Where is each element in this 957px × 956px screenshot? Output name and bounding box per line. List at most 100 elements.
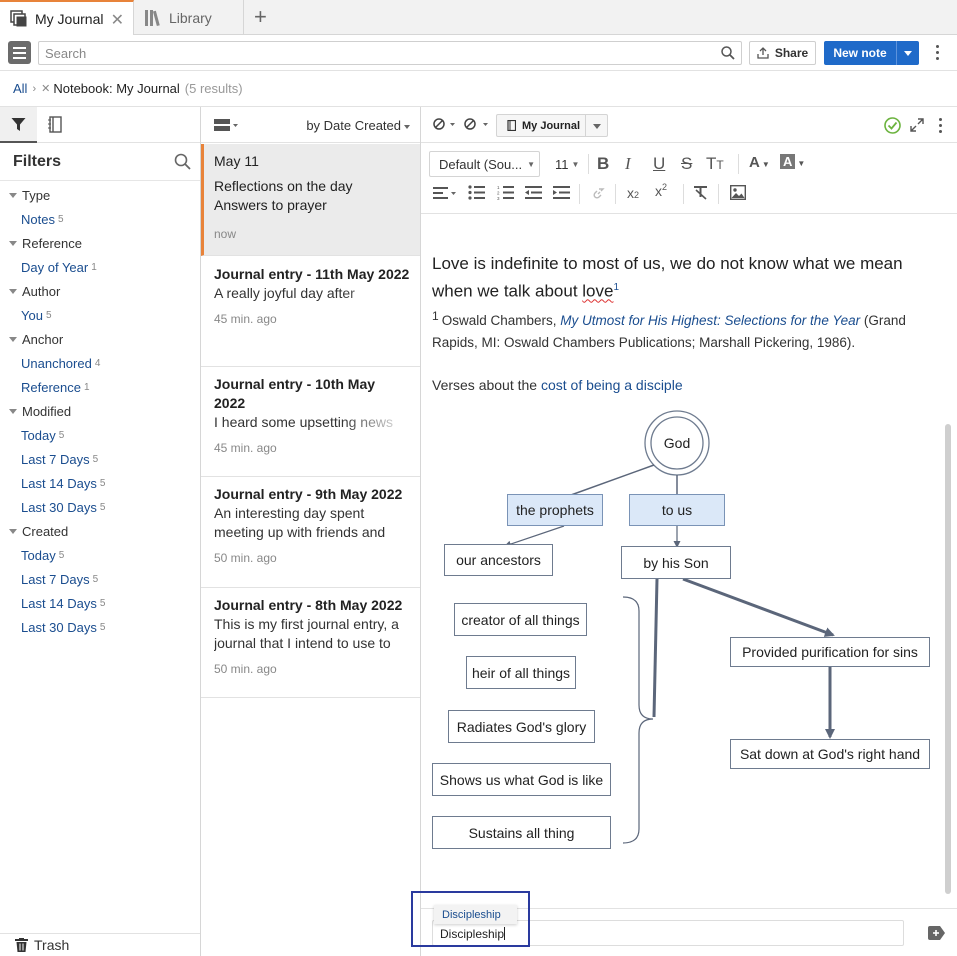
subscript-button[interactable]: x2: [627, 185, 639, 201]
notes-stack-icon: [10, 10, 28, 28]
reference-button[interactable]: [464, 117, 490, 134]
funnel-icon: [11, 118, 26, 131]
filter-group-author[interactable]: Author: [0, 279, 200, 303]
svg-text:1: 1: [497, 185, 500, 190]
add-tag-icon[interactable]: [927, 926, 945, 940]
caret-down-icon: [9, 288, 17, 294]
notebook-icon: [507, 120, 516, 131]
filter-item-created-30-days[interactable]: Last 30 Days 5: [0, 615, 200, 639]
notebook-selector[interactable]: My Journal: [496, 114, 608, 137]
expand-icon[interactable]: [910, 118, 924, 132]
share-button[interactable]: Share: [749, 41, 816, 65]
superscript-button[interactable]: x2: [655, 182, 667, 199]
trash-icon: [15, 938, 28, 952]
tab-library[interactable]: Library: [134, 0, 244, 35]
anchor-button[interactable]: [433, 117, 455, 134]
sort-dropdown[interactable]: by Date Created: [306, 118, 410, 133]
focus-highlight-box: [411, 891, 530, 947]
tab-my-journal[interactable]: My Journal ✕: [0, 0, 134, 36]
filter-tab[interactable]: [0, 107, 37, 143]
font-family-select[interactable]: Default (Sou... ▼: [429, 151, 540, 177]
share-label: Share: [774, 46, 809, 60]
view-mode-button[interactable]: [214, 119, 238, 134]
trash-button[interactable]: Trash: [0, 933, 200, 956]
numbered-list-icon[interactable]: 123: [497, 185, 514, 200]
note-editor: My Journal Default (Sou... ▼ 11 ▼ B I U S …: [421, 107, 957, 956]
caret-down-icon: [9, 528, 17, 534]
text-transform-button[interactable]: TT: [706, 154, 724, 174]
search-input[interactable]: [39, 42, 709, 64]
filter-group-created[interactable]: Created: [0, 519, 200, 543]
filter-group-modified[interactable]: Modified: [0, 399, 200, 423]
menu-button[interactable]: [8, 41, 31, 64]
filter-item-unanchored[interactable]: Unanchored 4: [0, 351, 200, 375]
note-item[interactable]: Journal entry - 10th May 2022 I heard so…: [201, 367, 420, 477]
main-toolbar: Share New note: [0, 35, 957, 71]
share-icon: [757, 47, 769, 59]
node-heir-of-all-things: heir of all things: [466, 656, 576, 689]
font-color-button[interactable]: A ▼: [749, 154, 770, 171]
align-left-icon[interactable]: [433, 186, 457, 200]
note-content[interactable]: Love is indefinite to most of us, we do …: [432, 252, 937, 393]
cost-of-discipleship-link[interactable]: cost of being a disciple: [541, 377, 683, 393]
filter-item-modified-14-days[interactable]: Last 14 Days 5: [0, 471, 200, 495]
font-size-select[interactable]: 11 ▼: [549, 151, 581, 177]
breadcrumb-all-link[interactable]: All: [13, 81, 27, 96]
filter-item-reference[interactable]: Reference 1: [0, 375, 200, 399]
editor-scrollbar[interactable]: [945, 424, 951, 894]
note-item[interactable]: Journal entry - 11th May 2022 A really j…: [201, 257, 420, 367]
filter-item-notes[interactable]: Notes 5: [0, 207, 200, 231]
filter-panel-tabs: [0, 107, 200, 143]
remove-filter-icon[interactable]: ✕: [41, 82, 50, 95]
filter-list: Type Notes 5 Reference Day of Year 1 Autho…: [0, 183, 200, 639]
node-sustains-all-thing: Sustains all thing: [432, 816, 611, 849]
filter-group-type[interactable]: Type: [0, 183, 200, 207]
filter-item-modified-30-days[interactable]: Last 30 Days 5: [0, 495, 200, 519]
hebrews-diagram[interactable]: God the prophets to us our ancestors by …: [421, 397, 941, 857]
new-note-button[interactable]: New note: [824, 41, 896, 65]
footnote: 1 Oswald Chambers, My Utmost for His High…: [432, 308, 906, 350]
italic-button[interactable]: I: [625, 154, 631, 174]
notebook-icon: [48, 116, 62, 133]
note-item[interactable]: Journal entry - 9th May 2022 An interest…: [201, 477, 420, 588]
node-shows-us-what-god-is-like: Shows us what God is like: [432, 763, 611, 796]
editor-more-options-icon[interactable]: [939, 118, 943, 136]
filter-item-created-today[interactable]: Today 5: [0, 543, 200, 567]
clear-formatting-icon[interactable]: [693, 185, 708, 200]
more-options-icon[interactable]: [936, 45, 940, 63]
filter-item-day-of-year[interactable]: Day of Year 1: [0, 255, 200, 279]
notebook-tab[interactable]: [37, 107, 74, 143]
link-icon[interactable]: [592, 186, 606, 200]
note-item[interactable]: May 11 Reflections on the day Answers to…: [201, 144, 420, 256]
chevron-down-icon[interactable]: [585, 115, 607, 136]
footnote-reference[interactable]: 1: [613, 282, 619, 293]
filter-item-modified-today[interactable]: Today 5: [0, 423, 200, 447]
highlight-color-button[interactable]: A ▼: [780, 153, 805, 171]
new-note-dropdown-button[interactable]: [896, 41, 919, 65]
format-toolbar: Default (Sou... ▼ 11 ▼ B I U S TT A ▼ A ▼ 12…: [421, 144, 957, 214]
filter-group-reference[interactable]: Reference: [0, 231, 200, 255]
filter-item-you[interactable]: You 5: [0, 303, 200, 327]
filter-group-anchor[interactable]: Anchor: [0, 327, 200, 351]
filter-item-modified-7-days[interactable]: Last 7 Days 5: [0, 447, 200, 471]
add-tab-icon[interactable]: +: [254, 4, 267, 30]
outdent-icon[interactable]: [525, 185, 542, 200]
bullet-list-icon[interactable]: [468, 185, 485, 200]
close-icon[interactable]: ✕: [111, 10, 124, 30]
book-title-link[interactable]: My Utmost for His Highest: Selections fo…: [560, 313, 860, 328]
notes-list-panel: by Date Created May 11 Reflections on th…: [201, 107, 421, 956]
search-icon[interactable]: [174, 153, 191, 170]
note-item[interactable]: Journal entry - 8th May 2022 This is my …: [201, 588, 420, 698]
chevron-right-icon: ›: [32, 82, 37, 95]
filter-item-created-14-days[interactable]: Last 14 Days 5: [0, 591, 200, 615]
result-count: (5 results): [184, 81, 243, 96]
node-god: God: [663, 435, 691, 451]
underline-button[interactable]: U: [653, 154, 665, 174]
note-heading: Love is indefinite to most of us, we do …: [432, 254, 903, 301]
bold-button[interactable]: B: [597, 154, 609, 174]
filter-item-created-7-days[interactable]: Last 7 Days 5: [0, 567, 200, 591]
insert-image-icon[interactable]: [730, 185, 746, 200]
strikethrough-button[interactable]: S: [681, 154, 692, 174]
search-icon[interactable]: [721, 46, 735, 60]
indent-icon[interactable]: [553, 185, 570, 200]
